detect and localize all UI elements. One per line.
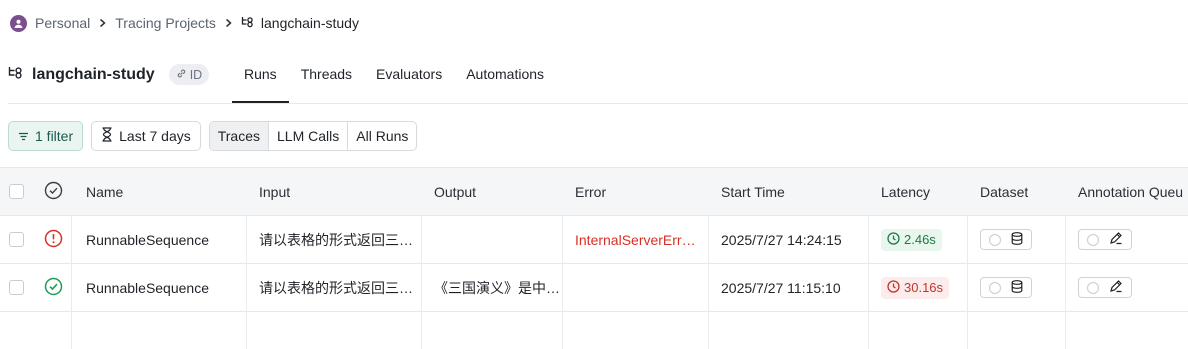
pen-icon (1109, 279, 1123, 296)
run-input[interactable]: 请以表格的形式返回三… (259, 264, 413, 311)
run-name[interactable]: RunnableSequence (86, 216, 209, 263)
column-divider (421, 216, 422, 349)
latency-value: 2.46s (904, 232, 936, 247)
toggle-circle-icon (1087, 233, 1099, 246)
clock-icon (887, 279, 900, 296)
link-icon (176, 68, 187, 82)
tab-threads[interactable]: Threads (289, 60, 364, 104)
project-header: langchain-study ID Runs Threads Evaluato… (8, 60, 1188, 104)
tab-automations[interactable]: Automations (454, 60, 556, 104)
dataset-cell (980, 216, 1032, 263)
column-header-output[interactable]: Output (434, 168, 476, 215)
table-row[interactable]: RunnableSequence 请以表格的形式返回三… InternalSer… (0, 216, 1188, 264)
column-header-dataset[interactable]: Dataset (980, 168, 1028, 215)
error-status-icon (44, 229, 63, 251)
column-divider (868, 216, 869, 349)
time-range-button[interactable]: Last 7 days (91, 121, 201, 151)
time-range-label: Last 7 days (119, 128, 191, 144)
select-all-checkbox[interactable] (9, 184, 24, 199)
project-tree-icon (8, 66, 24, 83)
segment-all-runs[interactable]: All Runs (348, 122, 416, 150)
breadcrumb: Personal Tracing Projects langchain-stud… (10, 13, 359, 33)
run-start-time: 2025/7/27 11:15:10 (721, 279, 841, 296)
run-name[interactable]: RunnableSequence (86, 264, 209, 311)
row-checkbox[interactable] (9, 280, 24, 295)
breadcrumb-current: langchain-study (241, 15, 359, 31)
row-checkbox-cell (9, 264, 24, 311)
column-header-annotation-queue[interactable]: Annotation Queu (1078, 168, 1188, 215)
table-row[interactable]: RunnableSequence 请以表格的形式返回三… 《三国演义》是中… 2… (0, 264, 1188, 312)
add-to-dataset-button[interactable] (980, 277, 1032, 298)
id-copy-button[interactable]: ID (168, 64, 210, 85)
runs-table: Name Input Output Error Start Time Laten… (0, 167, 1188, 349)
tab-runs[interactable]: Runs (232, 60, 289, 104)
column-divider (246, 216, 247, 349)
tab-bar: Runs Threads Evaluators Automations (232, 60, 556, 104)
column-divider (967, 216, 968, 349)
run-error[interactable]: InternalServerErr… (575, 216, 696, 263)
project-tree-icon (241, 15, 255, 31)
run-start-time: 2025/7/27 14:24:15 (721, 231, 842, 248)
toggle-circle-icon (1087, 281, 1099, 294)
clock-icon (887, 231, 900, 248)
status-cell (44, 264, 63, 311)
dataset-cell (980, 264, 1032, 311)
row-checkbox[interactable] (9, 232, 24, 247)
filter-bar: 1 filter Last 7 days Traces LLM Calls Al… (8, 121, 418, 151)
run-output[interactable]: 《三国演义》是中… (434, 264, 560, 311)
status-column-icon-cell (44, 168, 63, 215)
tab-evaluators[interactable]: Evaluators (364, 60, 454, 104)
filter-lines-icon (18, 128, 29, 144)
toggle-circle-icon (989, 281, 1001, 294)
breadcrumb-personal[interactable]: Personal (35, 15, 90, 31)
page-title: langchain-study (32, 65, 155, 83)
chevron-right-icon (98, 16, 107, 31)
column-divider (562, 216, 563, 349)
breadcrumb-current-label: langchain-study (260, 15, 359, 31)
add-to-dataset-button[interactable] (980, 229, 1032, 250)
check-circle-icon (44, 181, 63, 203)
chevron-right-icon (224, 16, 233, 31)
column-divider (1065, 216, 1066, 349)
latency-value: 30.16s (904, 280, 944, 295)
column-header-name[interactable]: Name (86, 168, 123, 215)
pen-icon (1109, 231, 1123, 248)
annotation-cell (1078, 216, 1132, 263)
latency-cell: 30.16s (881, 264, 950, 311)
status-cell (44, 216, 63, 263)
filter-button-label: 1 filter (35, 128, 74, 144)
latency-badge: 30.16s (881, 276, 950, 299)
row-checkbox-cell (9, 216, 24, 263)
run-type-toggle: Traces LLM Calls All Runs (208, 121, 418, 151)
column-header-start-time[interactable]: Start Time (721, 168, 785, 215)
hourglass-icon (101, 127, 113, 145)
id-label: ID (189, 67, 203, 82)
latency-cell: 2.46s (881, 216, 942, 263)
select-all-checkbox-cell (9, 168, 24, 215)
avatar[interactable] (10, 14, 27, 32)
latency-badge: 2.46s (881, 228, 942, 251)
add-to-annotation-queue-button[interactable] (1078, 277, 1132, 298)
add-to-annotation-queue-button[interactable] (1078, 229, 1132, 250)
segment-llm-calls[interactable]: LLM Calls (269, 122, 349, 150)
column-header-error[interactable]: Error (575, 168, 606, 215)
column-header-latency[interactable]: Latency (881, 168, 930, 215)
run-input[interactable]: 请以表格的形式返回三… (259, 216, 413, 263)
table-header: Name Input Output Error Start Time Laten… (0, 167, 1188, 216)
database-icon (1011, 279, 1023, 296)
success-status-icon (44, 277, 63, 299)
database-icon (1011, 231, 1023, 248)
breadcrumb-tracing-projects[interactable]: Tracing Projects (115, 15, 216, 31)
toggle-circle-icon (989, 233, 1001, 246)
segment-traces[interactable]: Traces (209, 122, 270, 150)
column-divider (71, 216, 72, 349)
annotation-cell (1078, 264, 1132, 311)
column-header-input[interactable]: Input (259, 168, 290, 215)
column-divider (708, 216, 709, 349)
filter-button[interactable]: 1 filter (8, 121, 84, 151)
project-title-group: langchain-study ID (8, 64, 210, 85)
